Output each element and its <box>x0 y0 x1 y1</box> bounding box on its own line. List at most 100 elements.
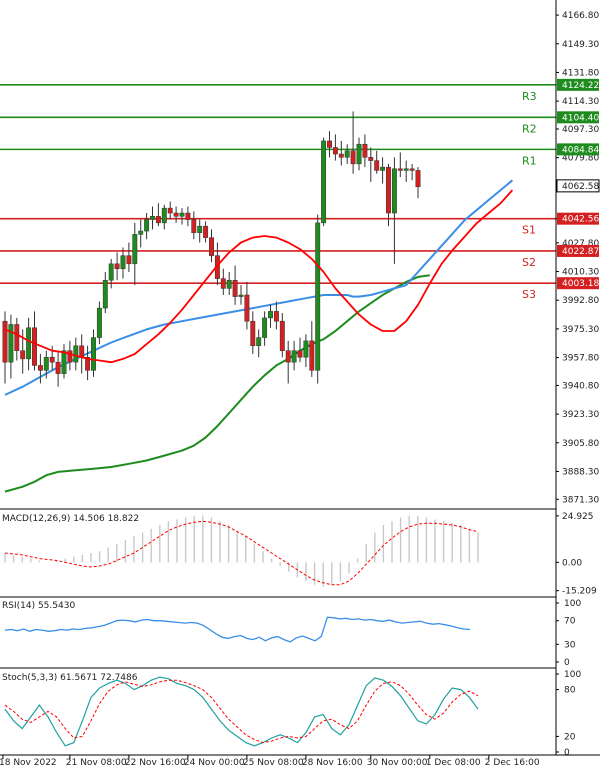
candle-body <box>150 216 155 220</box>
stoch-tick-label: 80 <box>564 686 576 696</box>
rsi-panel: 100 70 30 0 <box>4 599 581 668</box>
candle-body <box>220 278 226 289</box>
level-name-s1: S1 <box>522 224 536 237</box>
candle-body <box>250 320 256 347</box>
candle-body <box>73 345 79 363</box>
level-price-label: 4003.18 <box>562 279 599 289</box>
candle-body <box>232 279 238 297</box>
macd-tick-label: -15.209 <box>562 587 597 597</box>
price-tick-label: 4149.30 <box>562 40 599 50</box>
time-tick-label: 22 Nov 16:00 <box>125 758 186 768</box>
macd-label: MACD(12,26,9) 14.506 18.822 <box>2 514 139 524</box>
candle-body <box>268 311 273 319</box>
candle-body <box>321 140 327 224</box>
candle-body <box>37 365 43 371</box>
candle-body <box>126 255 132 265</box>
time-axis: 18 Nov 2022 21 Nov 08:0022 Nov 16:0024 No… <box>0 755 540 768</box>
candle-body <box>362 143 368 158</box>
candle-body <box>356 143 362 165</box>
time-tick-label: 18 Nov 2022 <box>0 758 57 768</box>
candle-body <box>14 324 20 351</box>
time-tick-label: 21 Nov 08:00 <box>66 758 127 768</box>
price-tick-label: 3923.30 <box>562 410 599 420</box>
candle-body <box>185 212 191 220</box>
candle-body <box>315 222 321 371</box>
candle-body <box>203 225 209 238</box>
candle-body <box>244 294 250 322</box>
price-tick-label: 4131.80 <box>562 68 599 78</box>
price-tick-label: 3975.30 <box>562 325 599 335</box>
candle-body <box>120 255 126 269</box>
candle-body <box>132 234 138 265</box>
time-tick-label: 1 Dec 08:00 <box>426 758 481 768</box>
candle-body <box>173 212 179 217</box>
candle-body <box>20 350 26 360</box>
macd-tick-label: 0.00 <box>562 558 582 568</box>
candle-body <box>155 216 161 224</box>
candle-body <box>8 324 14 363</box>
candle-body <box>350 150 356 165</box>
level-name-r1: R1 <box>522 154 537 167</box>
candle-body <box>226 279 232 289</box>
candle-body <box>108 263 114 281</box>
macd-panel: 24.925 0.00 -15.209 <box>4 512 597 597</box>
candle-body <box>197 225 203 233</box>
candle-body <box>102 279 108 309</box>
candle-body <box>415 170 421 188</box>
macd-signal-line <box>4 520 479 586</box>
candle-body <box>380 166 386 171</box>
candle-body <box>391 168 397 214</box>
level-price-label: 4124.22 <box>562 81 599 91</box>
rsi-line <box>4 616 471 643</box>
price-tick-label: 4114.30 <box>562 97 599 107</box>
price-tick-label: 3905.80 <box>562 439 599 449</box>
price-tick-label: 3888.30 <box>562 467 599 477</box>
candle-body <box>262 317 268 338</box>
stoch-label: Stoch(5,3,3) 61.5671 72.7486 <box>2 673 138 683</box>
level-price-label: 4084.84 <box>562 145 599 155</box>
candle-body <box>55 361 61 374</box>
price-tick-label: 3871.30 <box>562 495 599 505</box>
candle-body <box>309 340 315 371</box>
time-tick-label: 28 Nov 16:00 <box>302 758 363 768</box>
stoch-k-line <box>4 676 479 747</box>
candle-body <box>43 356 49 371</box>
candle-body <box>114 263 120 269</box>
candle-body <box>191 219 197 233</box>
level-price-label: 4104.40 <box>562 113 599 123</box>
price-axis: 4166.804149.304131.804114.304097.304079.… <box>556 11 600 505</box>
candle-body <box>386 166 391 214</box>
stoch-tick-label: 20 <box>564 732 576 742</box>
price-tick-label: 4097.30 <box>562 125 599 135</box>
rsi-tick-label: 30 <box>564 640 576 650</box>
level-name-s3: S3 <box>522 288 536 301</box>
candle-body <box>256 337 262 347</box>
rsi-tick-label: 100 <box>564 599 581 609</box>
candle <box>321 137 327 227</box>
rsi-label: RSI(14) 55.5430 <box>2 601 75 611</box>
macd-tick-label: 24.925 <box>562 512 594 522</box>
candle-body <box>327 140 332 148</box>
stoch-tick-label: 0 <box>564 748 570 758</box>
candle-body <box>338 153 344 158</box>
level-price-label: 4022.87 <box>562 247 599 257</box>
candle-body <box>297 350 303 358</box>
candle-body <box>2 320 8 363</box>
time-tick-label: 30 Nov 00:00 <box>367 758 428 768</box>
stoch-d-line <box>4 679 479 744</box>
stoch-tick-label: 100 <box>564 670 581 680</box>
time-tick-label: 25 Nov 08:00 <box>243 758 304 768</box>
candle-body <box>368 157 374 161</box>
candlestick-chart: R3 R2 R1 S1 S2 S3 4166.80 4149.30 4131.80 4114.3… <box>0 0 600 768</box>
candle-body <box>96 307 102 338</box>
candle-body <box>49 356 55 363</box>
price-tick-label: 3957.80 <box>562 354 599 364</box>
stochastic-panel: 100 80 20 0 <box>4 670 581 758</box>
level-price-label: 4042.56 <box>562 215 599 225</box>
candle-body <box>144 219 150 232</box>
level-name-r3: R3 <box>522 90 537 103</box>
candle-body <box>138 230 144 235</box>
candle-body <box>409 168 415 171</box>
rsi-tick-label: 70 <box>564 617 576 627</box>
level-name-r2: R2 <box>522 122 537 135</box>
